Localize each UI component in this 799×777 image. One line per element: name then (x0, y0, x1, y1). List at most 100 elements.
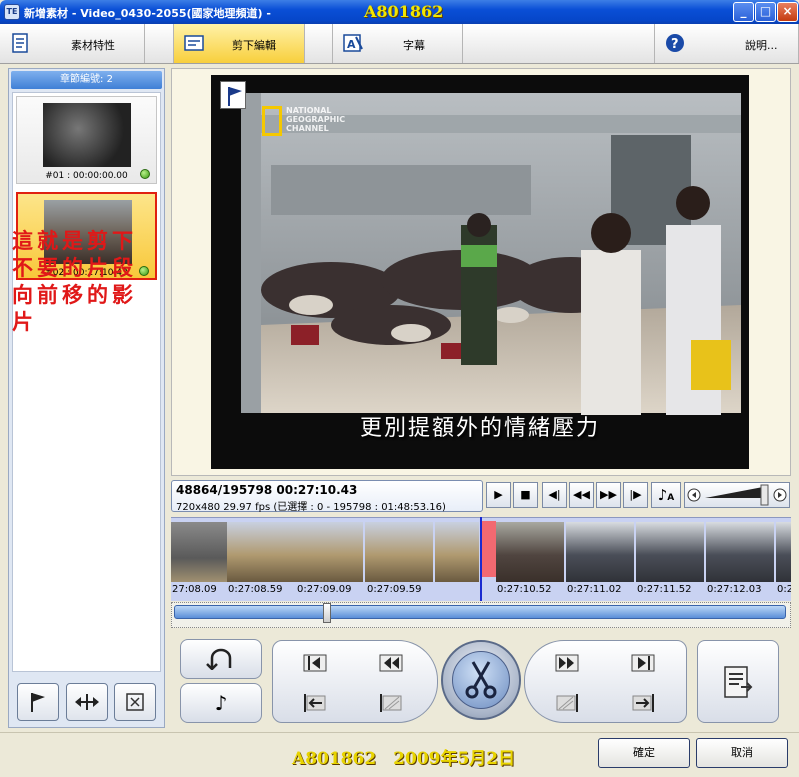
audio-a-icon: A (667, 493, 675, 503)
tab-subtitles[interactable]: A 字幕 (332, 24, 463, 63)
audio-edit-button[interactable]: ♪ (180, 683, 262, 723)
chapter-thumbnail (43, 103, 131, 167)
rewind-icon: ◀◀ (573, 488, 590, 501)
cancel-button[interactable]: 取消 (696, 738, 788, 768)
svg-text:A: A (347, 38, 356, 51)
selection-start-icon (380, 694, 402, 712)
set-mark-in-button[interactable] (282, 688, 348, 718)
go-to-mark-out-button[interactable] (610, 648, 676, 678)
rewind-mark-icon (379, 654, 403, 672)
fast-forward-icon: ▶▶ (600, 488, 617, 501)
rewind-button[interactable]: ◀◀ (569, 482, 594, 508)
svg-text:?: ? (671, 37, 679, 52)
forward-to-mark-button[interactable] (534, 648, 600, 678)
chapter-item[interactable]: #01 : 00:00:00.00 (16, 96, 157, 184)
split-chapter-button[interactable] (66, 683, 108, 721)
timeline-frame (295, 522, 363, 582)
prev-frame-button[interactable]: ◀| (542, 482, 567, 508)
status-dot-icon (140, 169, 150, 179)
natgeo-logo-icon (262, 106, 282, 136)
timeline-frame (365, 522, 433, 582)
add-chapter-flag-button[interactable] (17, 683, 59, 721)
chapter-time: #01 : 00:00:00.00 (45, 171, 128, 181)
next-frame-icon: |▶ (629, 488, 642, 501)
window-title: 新增素材 - Video_0430-2055(國家地理頻道) - (24, 7, 271, 20)
ok-button[interactable]: 確定 (598, 738, 690, 768)
chapter-flag-badge (220, 81, 246, 109)
timeline-scroll-thumb[interactable] (323, 603, 331, 623)
maximize-button[interactable]: □ (755, 2, 776, 22)
next-frame-button[interactable]: |▶ (623, 482, 648, 508)
timeline-frame (227, 522, 295, 582)
timeline-frame (171, 522, 227, 582)
chapter-panel: 章節編號: 2 #01 : 00:00:00.00 #02 : 00:27:10… (8, 68, 165, 728)
music-note-icon: ♪ (214, 691, 228, 715)
timeline-frame (706, 522, 774, 582)
stop-icon: ■ (520, 488, 531, 501)
chapter-list[interactable]: #01 : 00:00:00.00 #02 : 00:27:10.43 (12, 92, 161, 672)
timeline-frame (566, 522, 634, 582)
volume-slider[interactable] (684, 482, 790, 508)
cut-marker (482, 521, 496, 577)
rewind-to-mark-button[interactable] (358, 648, 424, 678)
play-button[interactable]: ▶ (486, 482, 511, 508)
tab-cut-edit[interactable]: 剪下編輯 (173, 24, 305, 63)
prev-frame-icon: ◀| (548, 488, 561, 501)
tab-properties-label: 素材特性 (71, 39, 115, 52)
timeline-time-label: 0:27:09.59 (367, 584, 422, 595)
timeline-time-label: 0:27:09.09 (297, 584, 352, 595)
frame-time-readout: 48864/195798 00:27:10.43 (176, 483, 358, 497)
mark-in-icon (304, 694, 326, 712)
subtitle-icon: A (343, 34, 363, 52)
timeline-time-label: 0:27:10.52 (497, 584, 552, 595)
play-icon: ▶ (494, 488, 503, 501)
transport-controls: ▶ ■ ◀| ◀◀ ▶▶ |▶ ♪A (486, 482, 791, 510)
document-icon (12, 33, 28, 53)
watermark-date: A801862 2009年5月2日 (292, 749, 516, 769)
mark-in-step-icon (303, 654, 327, 672)
fast-forward-button[interactable]: ▶▶ (596, 482, 621, 508)
timeline-time-label: 0:2 (777, 584, 791, 595)
music-note-icon: ♪ (657, 486, 668, 504)
undo-button[interactable] (180, 639, 262, 679)
split-arrows-icon (75, 694, 99, 710)
stop-button[interactable]: ■ (513, 482, 538, 508)
delete-icon (126, 693, 144, 711)
volume-slider-graphic (687, 484, 787, 506)
timeline-time-label: 0:27:08.59 (228, 584, 283, 595)
timeline-scrollbar[interactable] (174, 605, 786, 619)
timeline-time-label: 0:27:11.02 (567, 584, 622, 595)
scissors-icon (465, 661, 497, 699)
flag-icon (228, 87, 242, 106)
close-button[interactable]: × (777, 2, 798, 22)
tab-properties[interactable]: 素材特性 (0, 24, 145, 63)
export-segment-button[interactable] (697, 640, 779, 723)
video-subtitle: 更別提額外的情緒壓力 (359, 416, 600, 441)
tab-help[interactable]: ? 說明... (654, 24, 799, 63)
annotation-text: 這就是剪下不要的片段向前移的影片 (12, 228, 137, 334)
go-to-mark-in-button[interactable] (282, 648, 348, 678)
timeline-frame (435, 522, 479, 582)
selection-end-icon (556, 694, 578, 712)
video-spec-readout: 720x480 29.97 fps (已選擇 : 0 - 195798 : 01… (176, 502, 446, 513)
channel-logo-text: NATIONAL GEOGRAPHIC CHANNEL (286, 106, 346, 133)
tab-help-label: 說明... (745, 39, 778, 52)
select-end-button[interactable] (534, 688, 600, 718)
select-start-button[interactable] (358, 688, 424, 718)
cut-button[interactable] (441, 640, 521, 720)
timeline-playhead[interactable] (480, 517, 482, 601)
timeline-time-label: 27:08.09 (172, 584, 217, 595)
timeline-frame (776, 522, 791, 582)
mark-out-step-icon (631, 654, 655, 672)
delete-chapter-button[interactable] (114, 683, 156, 721)
timeline-frame (496, 522, 564, 582)
tab-subtitles-label: 字幕 (403, 39, 425, 52)
timeline-frame (636, 522, 704, 582)
audio-track-button[interactable]: ♪A (651, 482, 681, 508)
forward-mark-icon (555, 654, 579, 672)
set-mark-out-button[interactable] (610, 688, 676, 718)
frame-info-box: 48864/195798 00:27:10.43 720x480 29.97 f… (171, 480, 483, 513)
mark-out-icon (632, 694, 654, 712)
app-icon: TE (4, 4, 20, 20)
minimize-button[interactable]: _ (733, 2, 754, 22)
